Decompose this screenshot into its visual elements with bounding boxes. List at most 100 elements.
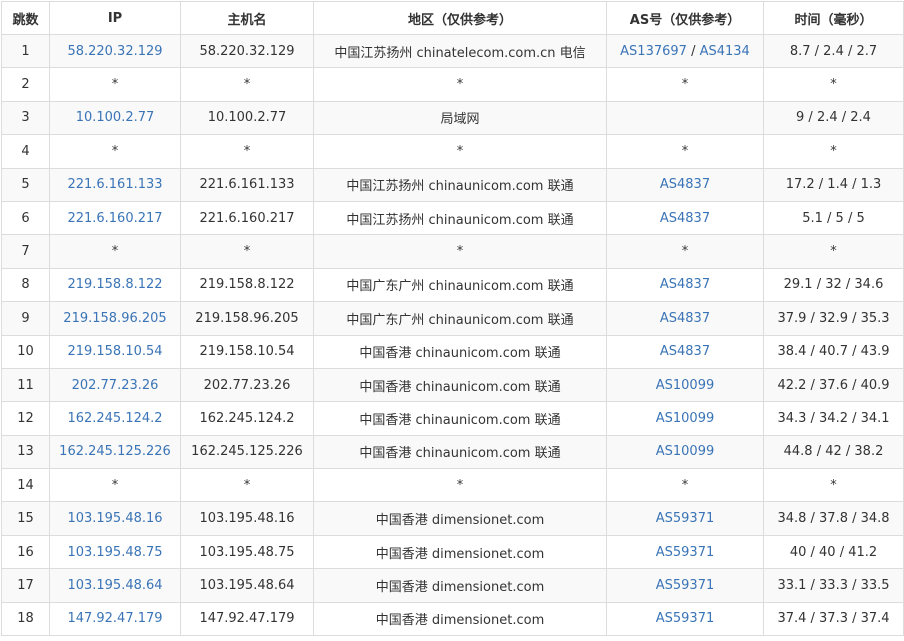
- hop-cell: 3: [1, 100, 50, 136]
- time-cell: 29.1 / 32 / 34.6: [763, 267, 904, 303]
- ip-link[interactable]: 219.158.8.122: [67, 277, 162, 292]
- ip-cell: 221.6.160.217: [49, 200, 181, 236]
- ip-cell: 58.220.32.129: [49, 33, 181, 69]
- region-cell: 中国香港 chinaunicom.com 联通: [313, 434, 607, 470]
- ip-link[interactable]: 147.92.47.179: [67, 611, 162, 626]
- hop-cell: 5: [1, 167, 50, 202]
- hostname-cell: *: [180, 67, 314, 102]
- region-cell: 中国广东广州 chinaunicom.com 联通: [313, 267, 607, 303]
- ip-link[interactable]: 103.195.48.16: [67, 511, 162, 526]
- region-cell: 中国香港 dimensionet.com: [313, 568, 607, 603]
- as-link[interactable]: AS4837: [660, 177, 710, 192]
- table-row: 5 221.6.161.133 221.6.161.133 中国江苏扬州 chinau…: [1, 167, 904, 202]
- as-cell: AS4837: [606, 334, 764, 369]
- hostname-cell: 202.77.23.26: [180, 367, 314, 403]
- as-link[interactable]: AS4837: [660, 277, 710, 292]
- ip-cell: *: [49, 468, 181, 503]
- hostname-cell: 147.92.47.179: [180, 601, 314, 637]
- region-cell: *: [313, 234, 607, 269]
- ip-cell: 219.158.10.54: [49, 334, 181, 369]
- hostname-cell: 221.6.160.217: [180, 200, 314, 236]
- as-cell: AS59371: [606, 501, 764, 536]
- region-cell: 中国广东广州 chinaunicom.com 联通: [313, 301, 607, 336]
- as-link[interactable]: AS59371: [656, 611, 715, 626]
- as-cell: AS137697 / AS4134: [606, 33, 764, 69]
- hop-cell: 14: [1, 468, 50, 503]
- region-cell: 中国香港 dimensionet.com: [313, 534, 607, 570]
- table-body: 1 58.220.32.129 58.220.32.129 中国江苏扬州 chinat…: [1, 33, 904, 637]
- ip-link[interactable]: 103.195.48.75: [67, 545, 162, 560]
- region-cell: 中国香港 chinaunicom.com 联通: [313, 334, 607, 369]
- ip-link[interactable]: 58.220.32.129: [67, 44, 162, 59]
- hop-cell: 11: [1, 367, 50, 403]
- region-cell: 中国江苏扬州 chinaunicom.com 联通: [313, 200, 607, 236]
- hostname-cell: 103.195.48.16: [180, 501, 314, 536]
- as-link[interactable]: AS10099: [656, 378, 715, 393]
- region-cell: 中国香港 dimensionet.com: [313, 501, 607, 536]
- as-cell: AS59371: [606, 601, 764, 637]
- table-row: 18 147.92.47.179 147.92.47.179 中国香港 dimensi…: [1, 601, 904, 637]
- hostname-cell: 219.158.96.205: [180, 301, 314, 336]
- region-cell: 中国香港 chinaunicom.com 联通: [313, 401, 607, 436]
- time-cell: 34.8 / 37.8 / 34.8: [763, 501, 904, 536]
- region-cell: *: [313, 468, 607, 503]
- hop-cell: 9: [1, 301, 50, 336]
- ip-link[interactable]: 221.6.160.217: [67, 211, 162, 226]
- region-cell: 中国江苏扬州 chinaunicom.com 联通: [313, 167, 607, 202]
- as-link[interactable]: AS10099: [656, 411, 715, 426]
- ip-link[interactable]: 219.158.96.205: [63, 311, 166, 326]
- header-time: 时间（毫秒）: [763, 1, 904, 35]
- as-value: *: [681, 143, 689, 159]
- region-cell: *: [313, 67, 607, 102]
- as-cell: *: [606, 468, 764, 503]
- table-row: 13 162.245.125.226 162.245.125.226 中国香港 chi…: [1, 434, 904, 470]
- time-cell: 33.1 / 33.3 / 33.5: [763, 568, 904, 603]
- hop-cell: 18: [1, 601, 50, 637]
- as-link[interactable]: AS59371: [656, 578, 715, 593]
- as-cell: AS10099: [606, 401, 764, 436]
- table-row: 3 10.100.2.77 10.100.2.77 局域网 9 / 2.4 / 2.4: [1, 100, 904, 136]
- as-link[interactable]: AS4837: [660, 311, 710, 326]
- ip-cell: 10.100.2.77: [49, 100, 181, 136]
- as-link[interactable]: AS10099: [656, 444, 715, 459]
- as-link[interactable]: AS59371: [656, 511, 715, 526]
- time-cell: *: [763, 134, 904, 169]
- hostname-cell: 103.195.48.64: [180, 568, 314, 603]
- ip-link[interactable]: 202.77.23.26: [72, 378, 159, 393]
- table-row: 2 * * * * *: [1, 67, 904, 102]
- table-row: 11 202.77.23.26 202.77.23.26 中国香港 chinaunic…: [1, 367, 904, 403]
- ip-link[interactable]: 103.195.48.64: [67, 578, 162, 593]
- hostname-cell: 221.6.161.133: [180, 167, 314, 202]
- hop-cell: 2: [1, 67, 50, 102]
- ip-cell: *: [49, 234, 181, 269]
- ip-link[interactable]: 10.100.2.77: [76, 110, 155, 125]
- as-link[interactable]: AS4134: [700, 44, 750, 59]
- as-cell: AS10099: [606, 434, 764, 470]
- as-link[interactable]: AS4837: [660, 344, 710, 359]
- as-link[interactable]: AS137697: [620, 44, 687, 59]
- as-link[interactable]: AS59371: [656, 545, 715, 560]
- ip-cell: *: [49, 134, 181, 169]
- as-value: *: [681, 477, 689, 493]
- time-cell: 34.3 / 34.2 / 34.1: [763, 401, 904, 436]
- ip-link[interactable]: 162.245.125.226: [59, 444, 171, 459]
- table-row: 9 219.158.96.205 219.158.96.205 中国广东广州 chin…: [1, 301, 904, 336]
- time-cell: 8.7 / 2.4 / 2.7: [763, 33, 904, 69]
- as-cell: AS4837: [606, 167, 764, 202]
- hostname-cell: 162.245.125.226: [180, 434, 314, 470]
- time-cell: 44.8 / 42 / 38.2: [763, 434, 904, 470]
- hostname-cell: 10.100.2.77: [180, 100, 314, 136]
- as-link[interactable]: AS4837: [660, 211, 710, 226]
- ip-cell: 219.158.8.122: [49, 267, 181, 303]
- table-row: 15 103.195.48.16 103.195.48.16 中国香港 dimensi…: [1, 501, 904, 536]
- as-cell: AS10099: [606, 367, 764, 403]
- hop-cell: 10: [1, 334, 50, 369]
- ip-link[interactable]: 162.245.124.2: [67, 411, 162, 426]
- time-cell: 37.4 / 37.3 / 37.4: [763, 601, 904, 637]
- ip-link[interactable]: 221.6.161.133: [67, 177, 162, 192]
- table-row: 16 103.195.48.75 103.195.48.75 中国香港 dimensi…: [1, 534, 904, 570]
- table-row: 4 * * * * *: [1, 134, 904, 169]
- ip-link[interactable]: 219.158.10.54: [67, 344, 162, 359]
- hostname-cell: *: [180, 468, 314, 503]
- table-row: 1 58.220.32.129 58.220.32.129 中国江苏扬州 chinat…: [1, 33, 904, 69]
